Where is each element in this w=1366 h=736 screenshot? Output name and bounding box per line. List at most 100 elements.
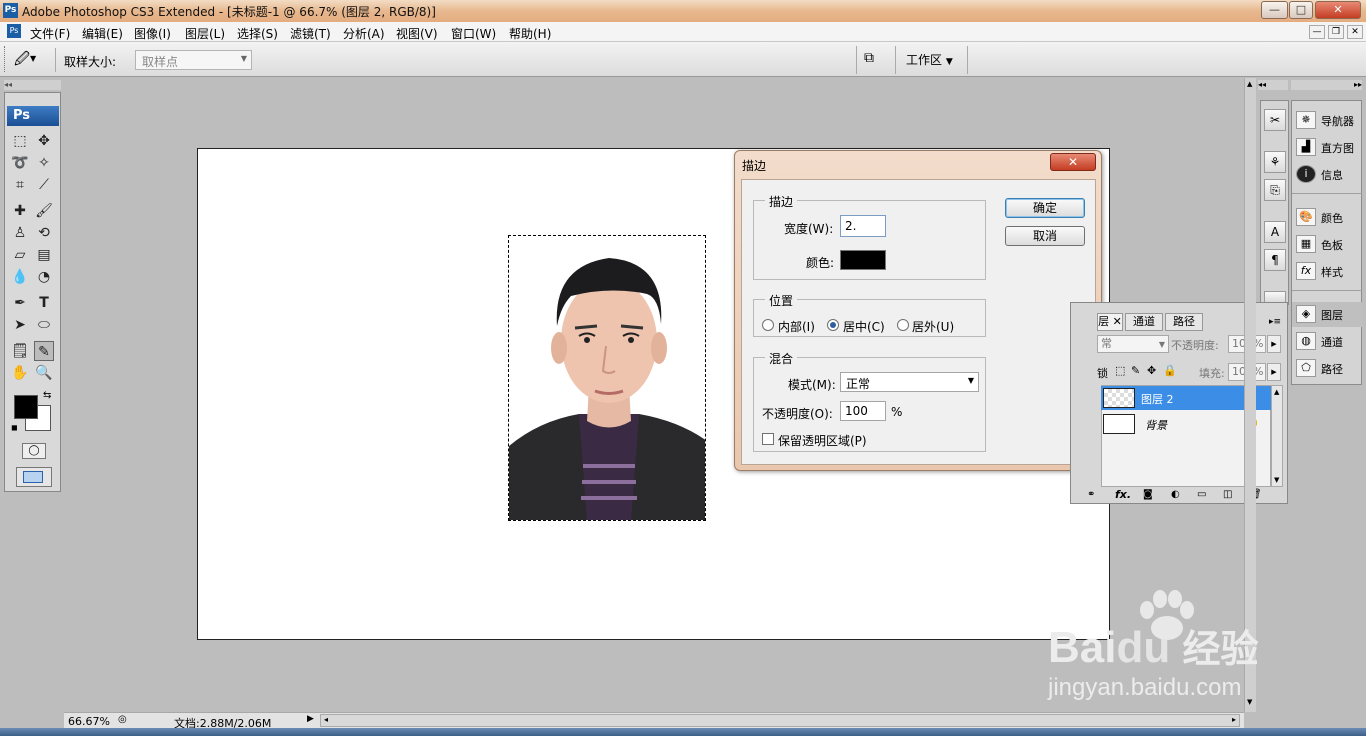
notes-tool-icon[interactable]: 🗒 xyxy=(10,341,30,361)
clone-stamp-icon[interactable]: ♙ xyxy=(10,223,30,243)
brushes-icon[interactable]: ⚘ xyxy=(1264,151,1286,173)
bridge-icon[interactable]: ⧉ xyxy=(864,50,888,70)
dock-collapse[interactable]: ◂◂ xyxy=(1258,80,1288,90)
scroll-right-icon[interactable]: ▸ xyxy=(1232,715,1236,724)
doc-restore-button[interactable]: ❐ xyxy=(1328,25,1344,39)
screen-mode-button[interactable] xyxy=(16,467,52,487)
zoom-level[interactable]: 66.67% xyxy=(68,715,110,728)
status-icon[interactable]: ◎ xyxy=(118,714,127,725)
paths-panel-tab[interactable]: ⬠ 路径 xyxy=(1292,356,1362,381)
scroll-down-icon[interactable]: ▼ xyxy=(1274,476,1279,484)
stroke-color-swatch[interactable] xyxy=(840,250,886,270)
menu-analysis[interactable]: 分析(A) xyxy=(343,25,385,42)
layers-scrollbar[interactable]: ▲ ▼ xyxy=(1271,385,1283,487)
eyedropper-tool-icon[interactable]: ✎ xyxy=(34,341,54,361)
menu-help[interactable]: 帮助(H) xyxy=(509,25,551,42)
location-center-label[interactable]: 居中(C) xyxy=(843,318,885,335)
location-outside-label[interactable]: 居外(U) xyxy=(912,318,954,335)
menu-file[interactable]: 文件(F) xyxy=(30,25,70,42)
blur-tool-icon[interactable]: 💧 xyxy=(10,267,30,287)
blend-mode-select[interactable]: 常 ▼ xyxy=(1097,335,1169,353)
link-layers-icon[interactable]: ⚭ xyxy=(1087,489,1095,500)
paths-tab[interactable]: 路径 xyxy=(1165,313,1203,331)
tool-presets-icon[interactable]: ✂ xyxy=(1264,109,1286,131)
workspace-menu[interactable]: 工作区 ▼ xyxy=(906,51,953,68)
path-selection-icon[interactable]: ➤ xyxy=(10,315,30,335)
type-tool-icon[interactable]: T xyxy=(34,293,54,313)
menu-view[interactable]: 视图(V) xyxy=(396,25,438,42)
clone-source-icon[interactable]: ⎘ xyxy=(1264,179,1286,201)
doc-icon[interactable]: Ps xyxy=(7,24,21,38)
width-input[interactable]: 2. xyxy=(840,215,886,237)
lock-all-icon[interactable]: 🔒 xyxy=(1163,364,1177,377)
pen-tool-icon[interactable]: ✒ xyxy=(10,293,30,313)
location-center-radio[interactable] xyxy=(827,319,839,331)
marquee-tool-icon[interactable]: ⬚ xyxy=(10,131,30,151)
maximize-button[interactable]: □ xyxy=(1289,1,1313,19)
chevron-right-icon[interactable]: ▶ xyxy=(1267,363,1281,381)
lasso-tool-icon[interactable]: ➰ xyxy=(10,153,30,173)
grip-handle[interactable] xyxy=(4,46,6,72)
new-group-icon[interactable]: ▭ xyxy=(1197,489,1206,500)
foreground-color-swatch[interactable] xyxy=(14,395,38,419)
doc-minimize-button[interactable]: — xyxy=(1309,25,1325,39)
crop-tool-icon[interactable]: ⌗ xyxy=(10,175,30,195)
horizontal-scrollbar[interactable]: ◂ ▸ xyxy=(320,714,1240,727)
eraser-tool-icon[interactable]: ▱ xyxy=(10,245,30,265)
move-tool-icon[interactable]: ✥ xyxy=(34,131,54,151)
ok-button[interactable]: 确定 xyxy=(1005,198,1085,218)
sample-size-select[interactable]: 取样点 ▼ xyxy=(135,50,252,70)
mode-select[interactable]: 正常 ▼ xyxy=(840,372,979,392)
menu-window[interactable]: 窗口(W) xyxy=(451,25,496,42)
zoom-tool-icon[interactable]: 🔍 xyxy=(34,363,54,383)
swatches-panel-tab[interactable]: ▦ 色板 xyxy=(1292,232,1362,257)
opacity-input[interactable]: 100 xyxy=(840,401,886,421)
brush-tool-icon[interactable]: 🖌 xyxy=(34,201,54,221)
channels-tab[interactable]: 通道 xyxy=(1125,313,1163,331)
info-panel-tab[interactable]: i 信息 xyxy=(1292,162,1362,187)
location-outside-radio[interactable] xyxy=(897,319,909,331)
location-inside-radio[interactable] xyxy=(762,319,774,331)
adjustment-layer-icon[interactable]: ◐ xyxy=(1171,489,1180,500)
paragraph-icon[interactable]: ¶ xyxy=(1264,249,1286,271)
location-inside-label[interactable]: 内部(I) xyxy=(778,318,815,335)
scroll-up-icon[interactable]: ▲ xyxy=(1274,388,1279,396)
layers-tab[interactable]: 层 ✕ xyxy=(1097,313,1123,331)
status-menu-arrow-icon[interactable]: ▶ xyxy=(307,714,314,724)
cancel-button[interactable]: 取消 xyxy=(1005,226,1085,246)
menu-select[interactable]: 选择(S) xyxy=(237,25,278,42)
ellipse-tool-icon[interactable]: ⬭ xyxy=(34,315,54,335)
preserve-transparency-checkbox[interactable] xyxy=(762,433,774,445)
navigator-panel-tab[interactable]: ✵ 导航器 xyxy=(1292,108,1362,133)
character-icon[interactable]: A xyxy=(1264,221,1286,243)
default-colors-icon[interactable]: ◼ xyxy=(11,423,18,432)
new-layer-icon[interactable]: ◫ xyxy=(1223,489,1232,500)
menu-edit[interactable]: 编辑(E) xyxy=(82,25,123,42)
healing-brush-icon[interactable]: ✚ xyxy=(10,201,30,221)
slice-tool-icon[interactable]: ⟋ xyxy=(34,175,54,195)
dodge-tool-icon[interactable]: ◔ xyxy=(34,267,54,287)
selected-photo[interactable] xyxy=(508,235,706,521)
eyedropper-icon[interactable]: 🖉▼ xyxy=(14,49,50,71)
scroll-left-icon[interactable]: ◂ xyxy=(324,715,328,724)
toolbox-collapse[interactable]: ◂◂ xyxy=(4,80,61,90)
histogram-panel-tab[interactable]: ▟ 直方图 xyxy=(1292,135,1362,160)
close-button[interactable]: ✕ xyxy=(1315,1,1361,19)
styles-panel-tab[interactable]: fx 样式 xyxy=(1292,259,1362,284)
quick-mask-icon[interactable]: ◯ xyxy=(22,443,46,459)
dialog-close-button[interactable]: ✕ xyxy=(1050,153,1096,171)
magic-wand-tool-icon[interactable]: ✧ xyxy=(34,153,54,173)
hand-tool-icon[interactable]: ✋ xyxy=(10,363,30,383)
preserve-transparency-label[interactable]: 保留透明区域(P) xyxy=(778,432,867,449)
layers-panel-tab[interactable]: ◈ 图层 xyxy=(1292,302,1362,327)
lock-position-icon[interactable]: ✥ xyxy=(1147,364,1156,377)
minimize-button[interactable]: — xyxy=(1261,1,1288,19)
menu-filter[interactable]: 滤镜(T) xyxy=(290,25,331,42)
panel-menu-icon[interactable]: ▸≡ xyxy=(1269,317,1281,327)
history-brush-icon[interactable]: ⟲ xyxy=(34,223,54,243)
layer-style-icon[interactable]: fx. xyxy=(1115,488,1131,501)
add-mask-icon[interactable]: ◙ xyxy=(1143,489,1153,500)
doc-close-button[interactable]: ✕ xyxy=(1347,25,1363,39)
swap-colors-icon[interactable]: ⇆ xyxy=(43,390,51,401)
channels-panel-tab[interactable]: ◍ 通道 xyxy=(1292,329,1362,354)
